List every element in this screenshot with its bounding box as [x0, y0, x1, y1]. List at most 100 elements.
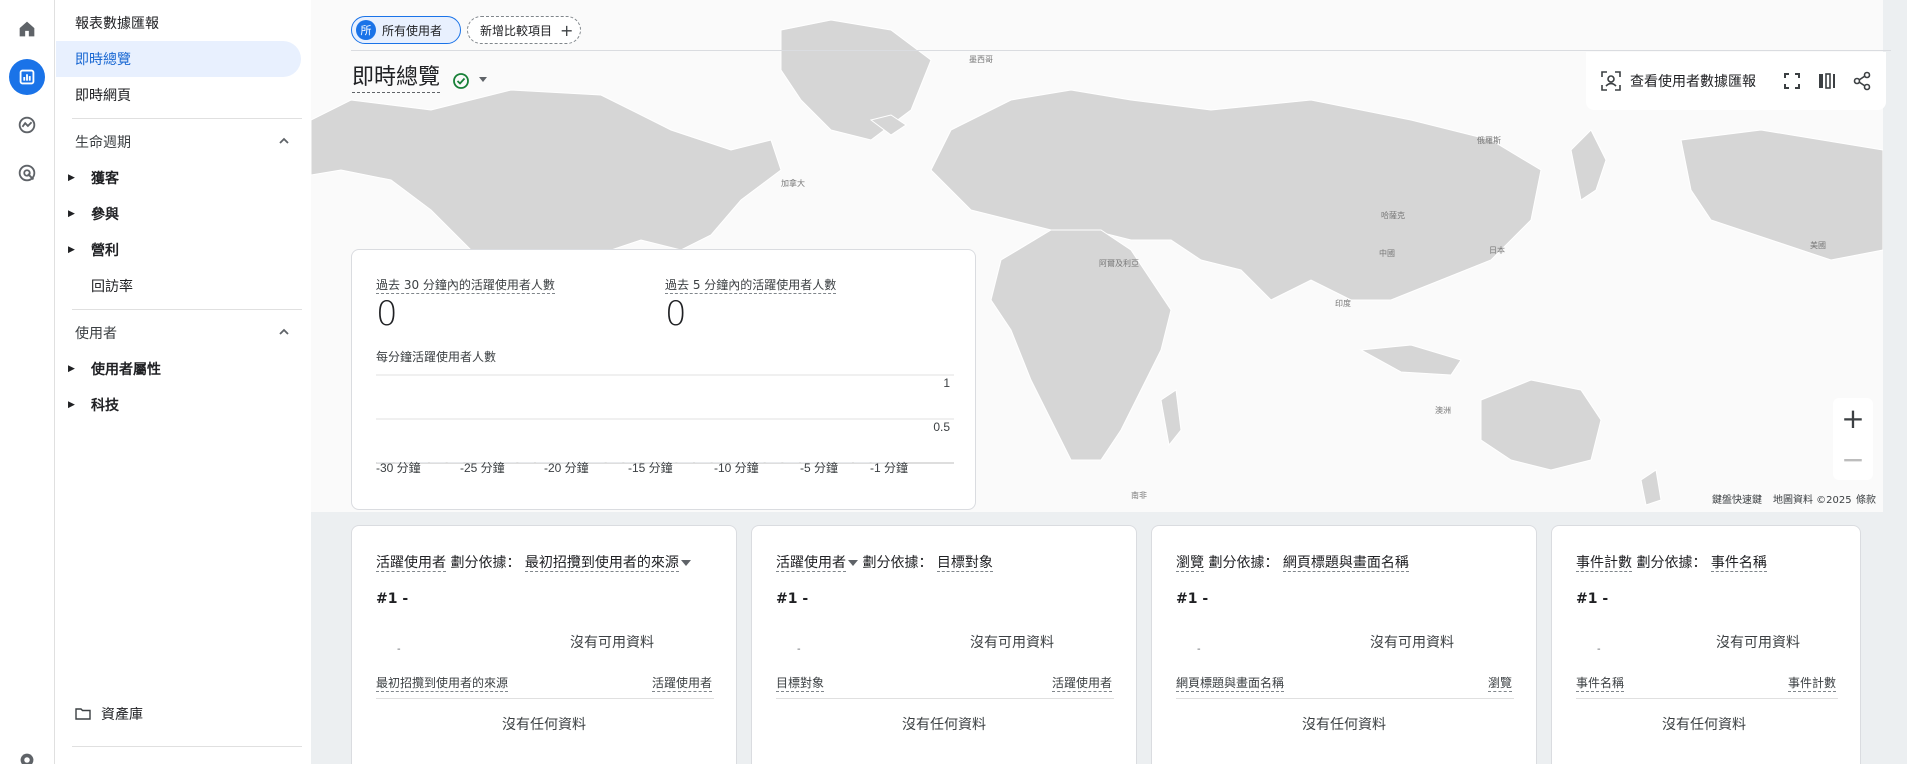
rank-label: #1 -	[1176, 591, 1209, 607]
dropdown-icon[interactable]	[680, 560, 691, 566]
left-rail	[0, 0, 55, 764]
metric-selector[interactable]: 事件計數	[1576, 555, 1632, 572]
nav-label: 資產庫	[101, 707, 143, 723]
nav-realtime-overview[interactable]: 即時總覽	[56, 41, 301, 77]
caret-right-icon: ▶	[68, 364, 75, 374]
nav-tech[interactable]: ▶ 科技	[56, 387, 301, 423]
card-audience: 活躍使用者 劃分依據： 目標對象 #1 - - 沒有可用資料 目標對象 活躍使用…	[751, 525, 1137, 764]
metric-selector[interactable]: 瀏覽	[1176, 555, 1204, 572]
view-user-snapshot-button[interactable]: 查看使用者數據匯報	[1630, 71, 1756, 91]
map-label: 南非	[1131, 491, 1147, 500]
caret-right-icon: ▶	[68, 245, 75, 255]
explore-icon[interactable]	[9, 107, 45, 143]
advertising-icon[interactable]	[9, 155, 45, 191]
settings-icon[interactable]	[9, 742, 45, 764]
nav-section-user[interactable]: 使用者	[56, 315, 301, 351]
chevron-up-icon	[279, 328, 289, 335]
chart-bar[interactable]	[589, 462, 605, 463]
chevron-up-icon	[279, 137, 289, 144]
share-icon[interactable]	[1851, 70, 1873, 92]
title-dropdown-icon[interactable]	[479, 77, 487, 82]
by-label: 劃分依據：	[1636, 555, 1707, 571]
table-divider	[376, 698, 714, 699]
column-header-dimension[interactable]: 事件名稱	[1576, 674, 1625, 692]
dimension-selector[interactable]: 網頁標題與畫面名稱	[1282, 555, 1409, 572]
page-title[interactable]: 即時總覽	[352, 64, 441, 93]
nav-section-lifecycle[interactable]: 生命週期	[56, 124, 301, 160]
card-title: 活躍使用者 劃分依據： 目標對象	[776, 552, 993, 572]
active-users-30min-label[interactable]: 過去 30 分鐘內的活躍使用者人數	[376, 276, 555, 294]
by-label: 劃分依據：	[450, 555, 521, 571]
header-divider	[351, 50, 1891, 51]
nav-realtime-pages[interactable]: 即時網頁	[56, 77, 301, 113]
column-header-metric[interactable]: 瀏覽	[1487, 674, 1512, 692]
realtime-users-card: 過去 30 分鐘內的活躍使用者人數 0 過去 5 分鐘內的活躍使用者人數 0 每…	[351, 249, 976, 510]
map-label: 加拿大	[781, 179, 805, 188]
metric-selector[interactable]: 活躍使用者	[376, 555, 446, 572]
chart-bar[interactable]	[430, 462, 446, 463]
segment-all-users-chip[interactable]: 所 所有使用者	[351, 16, 461, 44]
table-divider	[1176, 698, 1514, 699]
home-icon[interactable]	[9, 11, 45, 47]
x-tick-label: -5 分鐘	[800, 460, 838, 475]
chart-bar[interactable]	[783, 462, 799, 463]
chart-bar[interactable]	[854, 462, 870, 463]
column-header-dimension[interactable]: 目標對象	[776, 674, 825, 692]
chart-bar[interactable]	[765, 462, 782, 463]
nav-label: 獲客	[91, 171, 119, 187]
nav-library[interactable]: 資產庫	[56, 696, 301, 732]
chart-bar[interactable]	[606, 462, 623, 463]
compare-columns-icon[interactable]	[1816, 70, 1838, 92]
reports-nav: 報表數據匯報 即時總覽 即時網頁 生命週期 ▶ 獲客 ▶ 參與 ▶ 營利 回訪率 使用…	[56, 0, 306, 764]
reports-icon[interactable]	[9, 59, 45, 95]
dropdown-icon[interactable]	[848, 560, 858, 566]
empty-table-label: 沒有任何資料	[502, 717, 586, 733]
caret-right-icon: ▶	[68, 209, 75, 219]
chart-bar[interactable]	[695, 462, 711, 463]
nav-engagement[interactable]: ▶ 參與	[56, 196, 301, 232]
column-header-metric[interactable]: 事件計數	[1787, 674, 1836, 692]
chart-bar[interactable]	[836, 462, 852, 463]
map-label: 墨西哥	[969, 55, 993, 64]
nav-retention[interactable]: 回訪率	[56, 268, 301, 304]
metric-selector[interactable]: 活躍使用者	[776, 555, 846, 572]
map-label: 日本	[1489, 246, 1505, 255]
dimension-selector[interactable]: 最初招攬到使用者的來源	[524, 555, 679, 572]
zoom-out-button[interactable]: −	[1833, 439, 1873, 479]
nav-user-attributes[interactable]: ▶ 使用者屬性	[56, 351, 301, 387]
map-terms-link[interactable]: 條款	[1856, 491, 1876, 506]
dimension-selector[interactable]: 目標對象	[936, 555, 993, 572]
nav-label: 即時總覽	[75, 52, 131, 68]
table-divider	[1576, 698, 1838, 699]
nav-label: 營利	[91, 243, 119, 259]
column-header-metric[interactable]: 活躍使用者	[1051, 674, 1112, 692]
add-comparison-button[interactable]: 新增比較項目 +	[467, 16, 581, 44]
x-tick-label: -20 分鐘	[544, 460, 589, 475]
column-header-metric[interactable]: 活躍使用者	[651, 674, 712, 692]
fullscreen-icon[interactable]	[1781, 70, 1803, 92]
map-keyboard-shortcuts-link[interactable]: 鍵盤快速鍵	[1712, 491, 1762, 506]
chart-bar[interactable]	[677, 462, 693, 463]
map-zoom-controls: + −	[1833, 398, 1873, 480]
zoom-in-button[interactable]: +	[1833, 398, 1873, 438]
column-header-dimension[interactable]: 網頁標題與畫面名稱	[1176, 674, 1285, 692]
nav-label: 回訪率	[91, 279, 133, 295]
chart-bar[interactable]	[518, 462, 534, 463]
nav-reports-snapshot[interactable]: 報表數據匯報	[56, 5, 301, 41]
x-tick-label: -1 分鐘	[870, 460, 908, 475]
users-per-minute-chart[interactable]: 1 0.5 -30 分鐘 -25 分鐘 -20 分鐘 -15 分鐘 -10 分鐘 -5 分…	[376, 365, 954, 475]
active-users-5min-label[interactable]: 過去 5 分鐘內的活躍使用者人數	[665, 276, 837, 294]
active-users-5min-value: 0	[665, 294, 687, 334]
map-label: 阿爾及利亞	[1099, 259, 1139, 268]
column-header-dimension[interactable]: 最初招攬到使用者的來源	[376, 674, 509, 692]
nav-acquisition[interactable]: ▶ 獲客	[56, 160, 301, 196]
user-snapshot-icon[interactable]	[1600, 70, 1622, 92]
nav-monetization[interactable]: ▶ 營利	[56, 232, 301, 268]
map-label: 澳洲	[1435, 406, 1451, 415]
no-data-label: 沒有可用資料	[570, 635, 654, 651]
dimension-selector[interactable]: 事件名稱	[1710, 555, 1767, 572]
nav-label: 參與	[91, 207, 119, 223]
x-tick-label: -10 分鐘	[714, 460, 759, 475]
map-label: 印度	[1335, 299, 1351, 308]
card-title: 活躍使用者 劃分依據： 最初招攬到使用者的來源	[376, 552, 691, 572]
